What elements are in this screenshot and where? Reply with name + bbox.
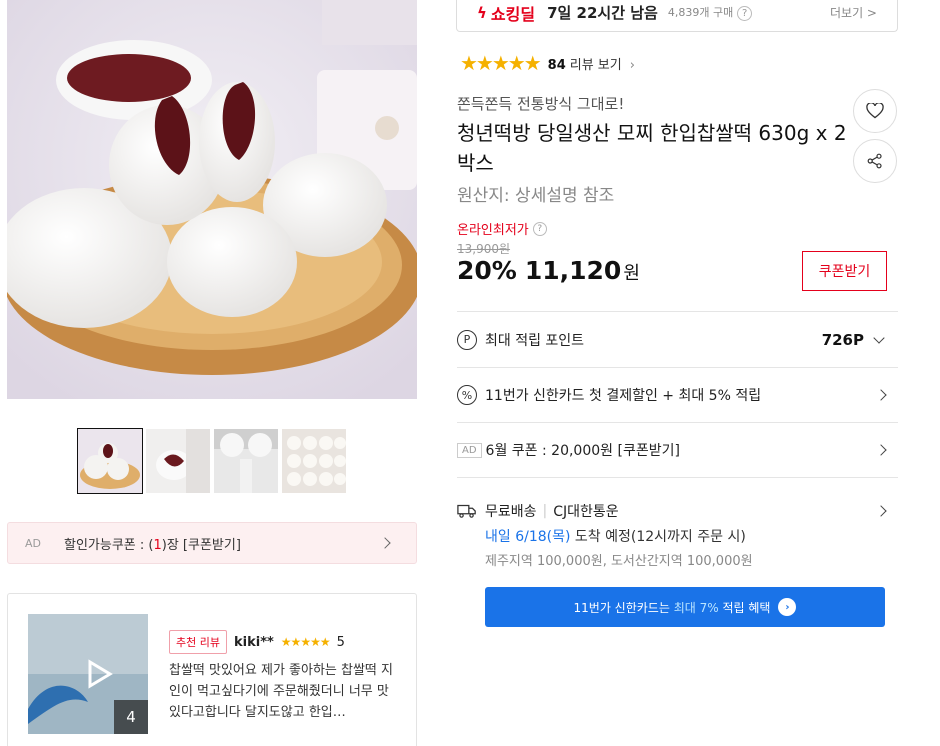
june-coupon-text: 6월 쿠폰 : 20,000원 [쿠폰받기] <box>485 443 680 459</box>
review-link[interactable]: 84 리뷰 보기 › <box>548 54 635 73</box>
original-price: 13,900원 <box>457 242 511 256</box>
chevron-right-icon <box>875 389 887 401</box>
card-discount-text: 11번가 신한카드 첫 결제할인 + 최대 5% 적립 <box>485 388 762 404</box>
main-product-image <box>7 0 417 399</box>
share-button[interactable] <box>853 139 897 183</box>
lightning-icon: ϟ <box>477 3 487 22</box>
extra-shipping-fee: 제주지역 100,000원, 도서산간지역 100,000원 <box>485 554 753 569</box>
points-label: 최대 적립 포인트 <box>485 332 585 349</box>
deal-more-link[interactable]: 더보기 > <box>830 4 877 21</box>
shocking-deal-box: ϟ 쇼킹딜 7일 22시간 남음 4,839개 구매? 더보기 > <box>456 0 898 32</box>
june-coupon-row[interactable]: AD 6월 쿠폰 : 20,000원 [쿠폰받기] <box>457 422 898 477</box>
product-origin: 원산지: 상세설명 참조 <box>457 186 615 206</box>
arrow-right-icon: › <box>778 598 797 616</box>
review-score: 5 <box>336 634 345 650</box>
heart-icon <box>866 103 884 119</box>
thumbnail-4[interactable] <box>282 429 346 493</box>
shocking-deal-logo: ϟ 쇼킹딜 <box>477 3 536 24</box>
rating-stars: ★★★★★ <box>460 51 542 75</box>
chevron-right-icon: › <box>629 57 635 73</box>
ad-label: AD <box>457 442 482 458</box>
coupon-count-text: 할인가능쿠폰 : (1)장 [쿠폰받기] <box>64 537 241 553</box>
review-stars: ★★★★★ <box>280 635 331 649</box>
available-coupon-bar[interactable]: AD 할인가능쿠폰 : (1)장 [쿠폰받기] <box>7 522 417 564</box>
shipping-info[interactable]: 무료배송 | CJ대한통운 내일 6/18(목) 도착 예정(12시까지 주문 … <box>457 477 898 569</box>
review-meta: 추천 리뷰 kiki** ★★★★★ 5 <box>169 630 345 654</box>
review-video-thumbnail[interactable]: 4 <box>28 614 148 734</box>
chevron-right-icon <box>875 444 887 456</box>
recommended-review-card[interactable]: 4 추천 리뷰 kiki** ★★★★★ 5 찹쌀떡 맛있어요 제가 좋아하는 … <box>7 593 417 746</box>
shipping-carrier: CJ대한통운 <box>553 504 619 520</box>
discount-rate: 20% <box>457 256 517 285</box>
review-text: 찹쌀떡 맛있어요 제가 좋아하는 찹쌀떡 지인이 먹고싶다기에 주문해줬더니 너… <box>169 663 393 720</box>
max-points-row[interactable]: P 최대 적립 포인트 726P <box>457 311 898 367</box>
rating-row[interactable]: ★★★★★ 84 리뷰 보기 › <box>460 51 635 75</box>
deal-time-left: 7일 22시간 남음 <box>547 4 658 22</box>
help-icon[interactable]: ? <box>532 221 547 236</box>
arrival-estimate: 내일 6/18(목) 도착 예정(12시까지 주문 시) <box>485 529 746 545</box>
sale-price: 20% 11,120 원 <box>457 256 640 285</box>
chevron-right-icon <box>379 537 391 549</box>
ad-label: AD <box>25 536 41 550</box>
reviewer-name: kiki** <box>233 634 274 650</box>
card-discount-row[interactable]: % 11번가 신한카드 첫 결제할인 + 최대 5% 적립 <box>457 367 898 422</box>
lowest-price-label: 온라인최저가? <box>457 219 547 238</box>
chevron-down-icon <box>873 332 885 344</box>
points-icon: P <box>457 329 477 350</box>
help-icon[interactable]: ? <box>737 6 753 21</box>
percent-icon: % <box>457 385 477 405</box>
thumbnail-3[interactable] <box>214 429 278 493</box>
shipping-method: 무료배송 | CJ대한통운 <box>457 501 619 521</box>
wishlist-button[interactable] <box>853 89 897 133</box>
divider: | <box>542 503 548 519</box>
share-icon <box>867 153 882 169</box>
get-coupon-button[interactable]: 쿠폰받기 <box>802 251 887 291</box>
review-photo-count: 4 <box>114 700 148 734</box>
thumbnail-2[interactable] <box>146 429 210 493</box>
shipping-type: 무료배송 <box>485 504 537 520</box>
product-subtitle: 쫀득쫀득 전통방식 그대로! <box>457 95 625 113</box>
thumbnail-strip <box>77 428 346 494</box>
chevron-right-icon <box>875 505 887 517</box>
truck-icon <box>457 504 476 518</box>
price-currency: 원 <box>623 263 640 284</box>
price-amount: 11,120 <box>524 256 622 285</box>
recommended-badge: 추천 리뷰 <box>169 630 227 654</box>
product-title: 청년떡방 당일생산 모찌 한입찹쌀떡 630g x 2박스 <box>457 121 847 175</box>
deal-buyer-count: 4,839개 구매? <box>668 4 753 21</box>
points-value: 726P <box>821 330 864 349</box>
thumbnail-1[interactable] <box>77 428 143 494</box>
shinhan-card-banner[interactable]: 11번가 신한카드는 최대 7% 적립 혜택 › <box>485 587 885 627</box>
